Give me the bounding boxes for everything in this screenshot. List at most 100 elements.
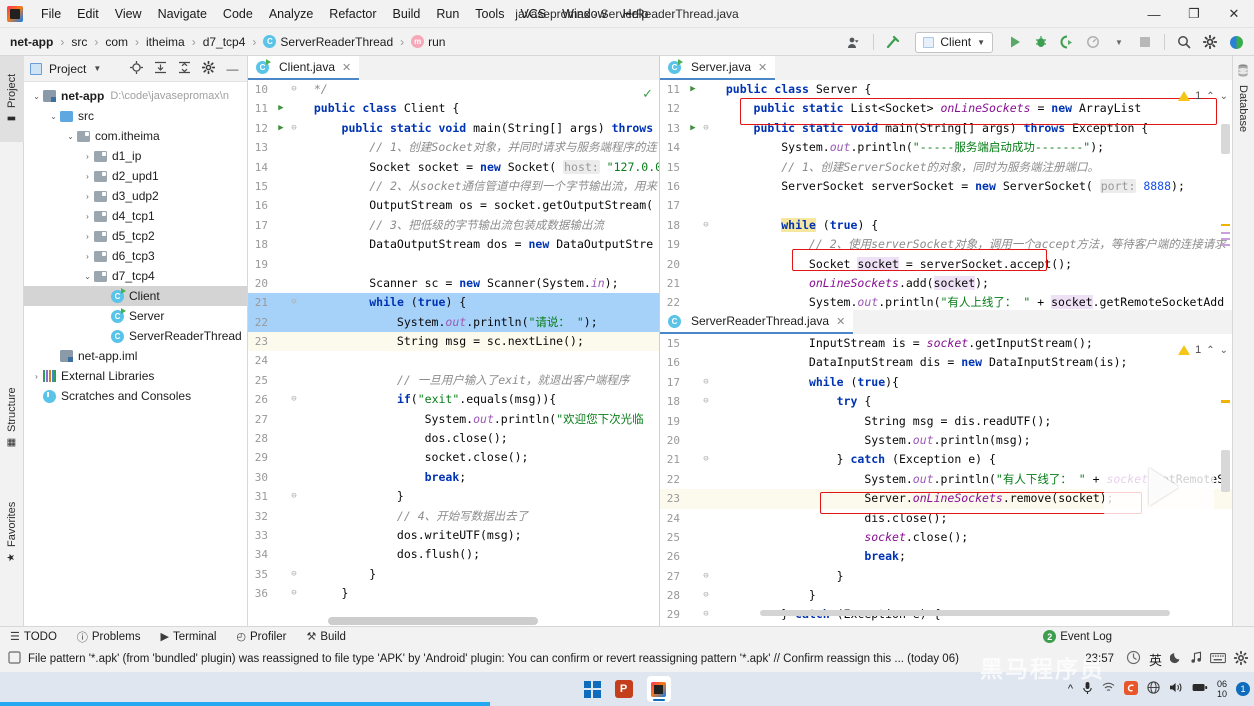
prev-problem-icon[interactable]: ⌃ bbox=[1206, 91, 1214, 102]
code-fold-icon[interactable]: ⊖ bbox=[700, 392, 712, 411]
chevron-right-icon[interactable]: › bbox=[81, 192, 94, 201]
chevron-down-icon[interactable]: ⌄ bbox=[30, 92, 43, 101]
menu-item-code[interactable]: Code bbox=[215, 3, 261, 25]
chevron-up-icon[interactable]: ^ bbox=[1068, 683, 1073, 695]
analysis-widget-reader[interactable]: 1 ⌃ ⌄ bbox=[1178, 344, 1228, 356]
code-line[interactable]: 36 ⊖ } bbox=[248, 584, 659, 603]
code-line[interactable]: 21 ⊖ } catch (Exception e) { bbox=[660, 450, 1232, 469]
code-fold-icon[interactable]: ⊖ bbox=[700, 373, 712, 392]
user-dropdown-icon[interactable] bbox=[842, 31, 866, 53]
code-fold-icon[interactable]: ⊖ bbox=[700, 450, 712, 469]
breadcrumb-item-itheima[interactable]: itheima bbox=[144, 34, 187, 50]
run-icon[interactable] bbox=[1003, 31, 1027, 53]
close-icon[interactable]: ✕ bbox=[836, 315, 845, 328]
menu-item-tools[interactable]: Tools bbox=[467, 3, 512, 25]
sidebar-item-project[interactable]: ▮ Project bbox=[0, 56, 24, 142]
code-fold-icon[interactable]: ⊖ bbox=[288, 119, 300, 138]
ime-indicator[interactable]: 英 bbox=[1149, 650, 1162, 669]
chevron-right-icon[interactable]: › bbox=[81, 172, 94, 181]
maximize-button[interactable]: ❐ bbox=[1174, 0, 1214, 28]
code-fold-icon[interactable]: ⊖ bbox=[700, 216, 712, 235]
code-line[interactable]: 19 String msg = dis.readUTF(); bbox=[660, 412, 1232, 431]
moon-icon[interactable] bbox=[1169, 651, 1183, 667]
build-hammer-icon[interactable] bbox=[881, 31, 905, 53]
menu-bar[interactable]: File Edit View Navigate Code Analyze Refactor B… bbox=[33, 3, 656, 25]
sidebar-item-database[interactable]: Database bbox=[1237, 56, 1249, 132]
debug-icon[interactable] bbox=[1029, 31, 1053, 53]
code-line[interactable]: 17 bbox=[660, 196, 1232, 215]
code-line[interactable]: 25 socket.close(); bbox=[660, 528, 1232, 547]
code-line[interactable]: 14 Socket socket = new Socket( host: "12… bbox=[248, 158, 659, 177]
breadcrumb-item-com[interactable]: com bbox=[103, 34, 130, 50]
tree-node-d3_udp2[interactable]: › d3_udp2 bbox=[24, 186, 247, 206]
code-line[interactable]: 15 // 1、创建ServerSocket的对象，同时为服务端注册端口。 bbox=[660, 158, 1232, 177]
code-line[interactable]: 27 ⊖ } bbox=[660, 567, 1232, 586]
breadcrumb-item-serverreaderthread[interactable]: C ServerReaderThread bbox=[261, 34, 395, 50]
code-fold-icon[interactable]: ⊖ bbox=[288, 487, 300, 506]
breadcrumb-item-src[interactable]: src bbox=[69, 34, 89, 50]
code-line[interactable]: 24 bbox=[248, 351, 659, 370]
code-fold-icon[interactable]: ⊖ bbox=[700, 119, 712, 138]
code-line[interactable]: 20 Scanner sc = new Scanner(System.in); bbox=[248, 274, 659, 293]
code-line[interactable]: 30 break; bbox=[248, 468, 659, 487]
code-line[interactable]: 34 dos.flush(); bbox=[248, 545, 659, 564]
tool-window-build[interactable]: ⚒ Build bbox=[296, 627, 355, 647]
chevron-right-icon[interactable]: › bbox=[81, 212, 94, 221]
code-line[interactable]: 12 ▶ ⊖ public static void main(String[] ar… bbox=[248, 119, 659, 138]
microphone-icon[interactable] bbox=[1082, 681, 1093, 698]
tool-window-problems[interactable]: ⓘ Problems bbox=[67, 627, 151, 647]
menu-item-refactor[interactable]: Refactor bbox=[321, 3, 384, 25]
code-line[interactable]: 26 break; bbox=[660, 547, 1232, 566]
tool-window-terminal[interactable]: ▶ Terminal bbox=[150, 627, 226, 647]
chevron-down-icon[interactable]: ▼ bbox=[1107, 31, 1131, 53]
code-line[interactable]: 15 // 2、从socket通信管道中得到一个字节输出流，用来 bbox=[248, 177, 659, 196]
code-line[interactable]: 28 ⊖ } bbox=[660, 586, 1232, 605]
tree-node-com-itheima[interactable]: ⌄ com.itheima bbox=[24, 126, 247, 146]
tab-server-reader-thread-java[interactable]: C ServerReaderThread.java ✕ bbox=[660, 310, 854, 334]
close-button[interactable]: ✕ bbox=[1214, 0, 1254, 28]
globe-icon[interactable] bbox=[1147, 681, 1160, 697]
code-line[interactable]: 14 System.out.println("-----服务端启动成功-----… bbox=[660, 138, 1232, 157]
code-line[interactable]: 35 ⊖ } bbox=[248, 565, 659, 584]
next-problem-icon[interactable]: ⌄ bbox=[1220, 345, 1228, 356]
project-tree[interactable]: ⌄ net-app D:\code\javasepromax\n ⌄ src ⌄ com.i… bbox=[24, 82, 247, 410]
collapse-all-icon[interactable] bbox=[176, 61, 193, 77]
code-fold-icon[interactable]: ⊖ bbox=[700, 567, 712, 586]
code-fold-icon[interactable]: ⊖ bbox=[288, 565, 300, 584]
close-icon[interactable]: ✕ bbox=[342, 61, 351, 74]
gear-icon[interactable] bbox=[200, 60, 217, 77]
tree-node-d2_upd1[interactable]: › d2_upd1 bbox=[24, 166, 247, 186]
code-fold-icon[interactable]: ⊖ bbox=[700, 605, 712, 624]
code-line[interactable]: 22 System.out.println("请说： "); bbox=[248, 312, 659, 333]
breadcrumb-item-run[interactable]: m run bbox=[409, 34, 447, 50]
menu-item-file[interactable]: File bbox=[33, 3, 69, 25]
tool-window-profiler[interactable]: ◴ Profiler bbox=[226, 627, 296, 647]
code-line[interactable]: 15 InputStream is = socket.getInputStrea… bbox=[660, 334, 1232, 353]
code-line[interactable]: 28 dos.close(); bbox=[248, 429, 659, 448]
run-gutter-icon[interactable]: ▶ bbox=[274, 99, 288, 118]
breadcrumb-item-d7_tcp4[interactable]: d7_tcp4 bbox=[201, 34, 248, 50]
run-gutter-icon[interactable]: ▶ bbox=[686, 119, 700, 138]
menu-item-help[interactable]: Help bbox=[615, 3, 657, 25]
expand-all-icon[interactable] bbox=[152, 61, 169, 77]
code-line[interactable]: 16 OutputStream os = socket.getOutputStr… bbox=[248, 196, 659, 215]
chevron-right-icon[interactable]: › bbox=[81, 152, 94, 161]
menu-item-navigate[interactable]: Navigate bbox=[150, 3, 215, 25]
powerpoint-icon[interactable]: P bbox=[614, 680, 633, 698]
menu-item-window[interactable]: Window bbox=[554, 3, 614, 25]
close-icon[interactable]: ✕ bbox=[758, 61, 767, 74]
menu-item-build[interactable]: Build bbox=[385, 3, 429, 25]
menu-item-analyze[interactable]: Analyze bbox=[261, 3, 321, 25]
code-area-server[interactable]: 11 ▶ public class Server {12 public stati… bbox=[660, 80, 1232, 310]
windows-start-icon[interactable] bbox=[583, 680, 601, 698]
code-line[interactable]: 27 System.out.println("欢迎您下次光临 bbox=[248, 410, 659, 429]
notification-badge[interactable]: 1 bbox=[1236, 682, 1250, 696]
code-line[interactable]: 21 onLineSockets.add(socket); bbox=[660, 274, 1232, 293]
code-fold-icon[interactable]: ⊖ bbox=[288, 293, 300, 312]
settings-gear-icon[interactable] bbox=[1233, 650, 1249, 668]
music-icon[interactable] bbox=[1191, 651, 1202, 667]
tree-node-d4_tcp1[interactable]: › d4_tcp1 bbox=[24, 206, 247, 226]
tab-server-java[interactable]: C Server.java ✕ bbox=[660, 56, 776, 80]
code-line[interactable]: 19 // 2、使用serverSocket对象，调用一个accept方法，等待… bbox=[660, 235, 1232, 254]
event-log-button[interactable]: 2 Event Log bbox=[1043, 630, 1112, 643]
